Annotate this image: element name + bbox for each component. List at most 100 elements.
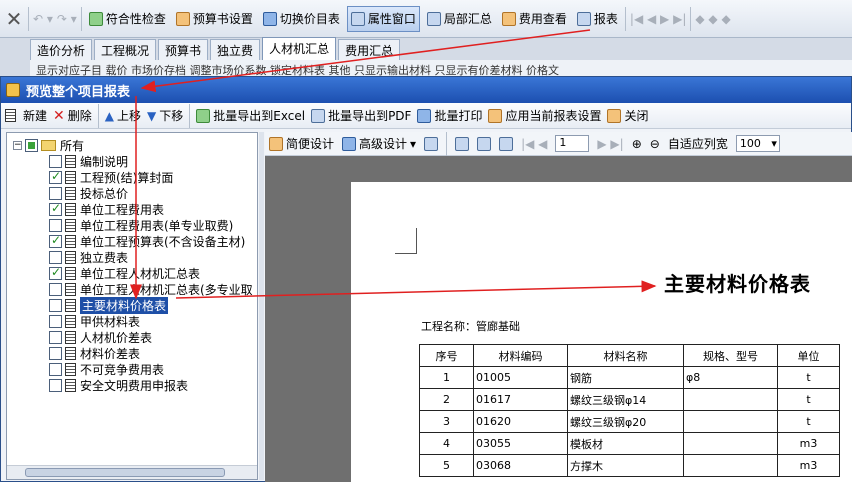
dialog-title-bar[interactable]: 预览整个项目报表 <box>1 77 851 103</box>
tab-cost-analysis[interactable]: 造价分析 <box>30 39 93 60</box>
checkbox[interactable] <box>49 330 62 344</box>
apply-settings-button[interactable]: 应用当前报表设置 <box>488 107 601 124</box>
checkbox[interactable] <box>49 346 62 360</box>
zoom-in-icon[interactable]: ⊕ <box>632 137 642 151</box>
simple-design-button[interactable]: 简便设计 <box>269 135 334 152</box>
printer-icon[interactable] <box>424 136 439 151</box>
table-cell: 5 <box>419 454 474 477</box>
report-doc-icon <box>65 314 76 328</box>
report-preview-area[interactable]: 工程名称：管廊基础 序号 材料编码 材料名称 规格、型号 单位 1 01005 <box>265 156 852 482</box>
multi-page-icon[interactable] <box>499 136 514 151</box>
two-page-icon[interactable] <box>477 136 492 151</box>
page-number-input[interactable]: 1 <box>555 135 590 152</box>
report-doc-icon <box>65 234 76 248</box>
zoom-select[interactable]: 100 ▾ <box>735 135 780 152</box>
checkbox[interactable] <box>49 169 62 184</box>
tree-item[interactable]: 编制说明 <box>49 153 128 169</box>
table-cell: 4 <box>419 432 474 455</box>
tree-item[interactable]: 单位工程费用表(单专业取费) <box>49 217 233 233</box>
table-cell: t <box>777 366 840 389</box>
tab-project-overview[interactable]: 工程概况 <box>94 39 157 60</box>
checkbox[interactable] <box>49 218 62 232</box>
checkbox[interactable] <box>49 201 62 216</box>
report-doc-icon <box>65 170 76 184</box>
horizontal-scrollbar[interactable] <box>7 465 257 479</box>
tab-independent-fee[interactable]: 独立费 <box>210 39 261 60</box>
tree-item[interactable]: 单位工程人材机汇总表 <box>49 265 200 281</box>
tree-item[interactable]: 单位工程人材机汇总表(多专业取 <box>49 281 253 297</box>
nav-arrows-icon[interactable]: |◀ ◀ ▶ ▶| <box>630 12 686 26</box>
checkbox[interactable] <box>49 314 62 328</box>
undo-icon[interactable]: ↶ ▾ <box>33 12 53 26</box>
compliance-check-button[interactable]: 符合性检查 <box>86 6 169 32</box>
report-tree[interactable]: − 所有 编制说明 工程预(结)算封面 投标总价 单位工程费用表 单位工程费用表… <box>6 132 258 480</box>
tab-labor-material-summary[interactable]: 人材机汇总 <box>262 37 337 60</box>
report-doc-icon <box>65 298 76 312</box>
tree-item[interactable]: 甲供材料表 <box>49 313 140 329</box>
single-page-icon[interactable] <box>455 136 470 151</box>
batch-print-button[interactable]: 批量打印 <box>417 107 482 124</box>
dialog-title: 预览整个项目报表 <box>26 84 131 100</box>
tree-item[interactable]: 独立费表 <box>49 249 128 265</box>
chevron-down-icon[interactable]: ▾ <box>410 137 416 151</box>
checkbox[interactable] <box>49 250 62 264</box>
first-prev-page-icon[interactable]: |◀ ◀ <box>521 137 547 151</box>
tree-item[interactable]: 单位工程费用表 <box>49 201 164 217</box>
tree-item[interactable]: 材料价差表 <box>49 345 140 361</box>
zoom-out-icon[interactable]: ⊖ <box>650 137 660 151</box>
tab-budget-book[interactable]: 预算书 <box>158 39 209 60</box>
checkbox[interactable] <box>49 154 62 168</box>
tree-root[interactable]: − 所有 <box>13 137 84 153</box>
checkbox[interactable] <box>49 378 62 392</box>
checkbox[interactable] <box>49 298 62 312</box>
table-row: 2 01617 螺纹三级钢φ14 t <box>419 388 840 411</box>
checkbox[interactable] <box>49 233 62 248</box>
partial-summary-button[interactable]: 局部汇总 <box>424 6 495 32</box>
checkbox[interactable] <box>49 282 62 296</box>
checkbox[interactable] <box>49 265 62 280</box>
table-cell: 螺纹三级钢φ20 <box>567 410 684 433</box>
table-row: 5 03068 方撑木 m3 <box>419 454 840 477</box>
advanced-design-button[interactable]: 高级设计 ▾ <box>342 135 416 152</box>
move-arrows-icon[interactable]: ◆ ◆ ◆ <box>695 12 730 26</box>
delete-button[interactable]: ✕ 删除 <box>53 107 92 124</box>
export-pdf-button[interactable]: 批量导出到PDF <box>311 107 411 124</box>
close-icon[interactable]: ✕ <box>4 7 24 31</box>
report-icon <box>576 11 591 26</box>
switch-price-list-button[interactable]: 切换价目表 <box>260 6 343 32</box>
redo-icon[interactable]: ↷ ▾ <box>57 12 77 26</box>
panel-splitter[interactable] <box>259 132 264 480</box>
next-last-page-icon[interactable]: ▶ ▶| <box>597 137 623 151</box>
scrollbar-thumb[interactable] <box>25 468 225 477</box>
export-excel-button[interactable]: 批量导出到Excel <box>196 107 305 124</box>
checkbox[interactable] <box>49 186 62 200</box>
pencil-icon <box>342 136 357 151</box>
property-window-button[interactable]: 属性窗口 <box>346 5 420 32</box>
tree-item[interactable]: 单位工程预算表(不含设备主材) <box>49 233 245 249</box>
table-cell: 01005 <box>473 366 568 389</box>
tree-item[interactable]: 工程预(结)算封面 <box>49 169 173 185</box>
grid-icon <box>269 136 283 151</box>
table-cell: t <box>777 388 840 411</box>
fit-column-width-button[interactable]: 自适应列宽 <box>668 135 728 152</box>
fee-view-button[interactable]: 费用查看 <box>499 6 570 32</box>
move-down-button[interactable]: ▼ 下移 <box>147 107 183 124</box>
tree-item[interactable]: 人材机价差表 <box>49 329 152 345</box>
move-up-button[interactable]: ▲ 上移 <box>105 107 141 124</box>
tree-item[interactable]: 投标总价 <box>49 185 128 201</box>
report-button[interactable]: 报表 <box>574 6 621 32</box>
close-button[interactable]: 关闭 <box>607 107 649 124</box>
tree-item[interactable]: 安全文明费用申报表 <box>49 377 188 393</box>
budget-settings-button[interactable]: 预算书设置 <box>173 6 256 32</box>
checkbox[interactable] <box>25 138 38 152</box>
switch-icon <box>262 11 277 26</box>
table-cell: m3 <box>777 432 840 455</box>
tab-fee-summary[interactable]: 费用汇总 <box>338 39 401 60</box>
table-cell: 03068 <box>473 454 568 477</box>
tree-item-selected[interactable]: 主要材料价格表 <box>49 296 169 314</box>
column-header: 材料名称 <box>567 344 684 367</box>
new-button[interactable]: 新建 <box>5 107 47 124</box>
checkbox[interactable] <box>49 362 62 376</box>
collapse-icon[interactable]: − <box>13 140 22 150</box>
tree-item[interactable]: 不可竞争费用表 <box>49 361 164 377</box>
